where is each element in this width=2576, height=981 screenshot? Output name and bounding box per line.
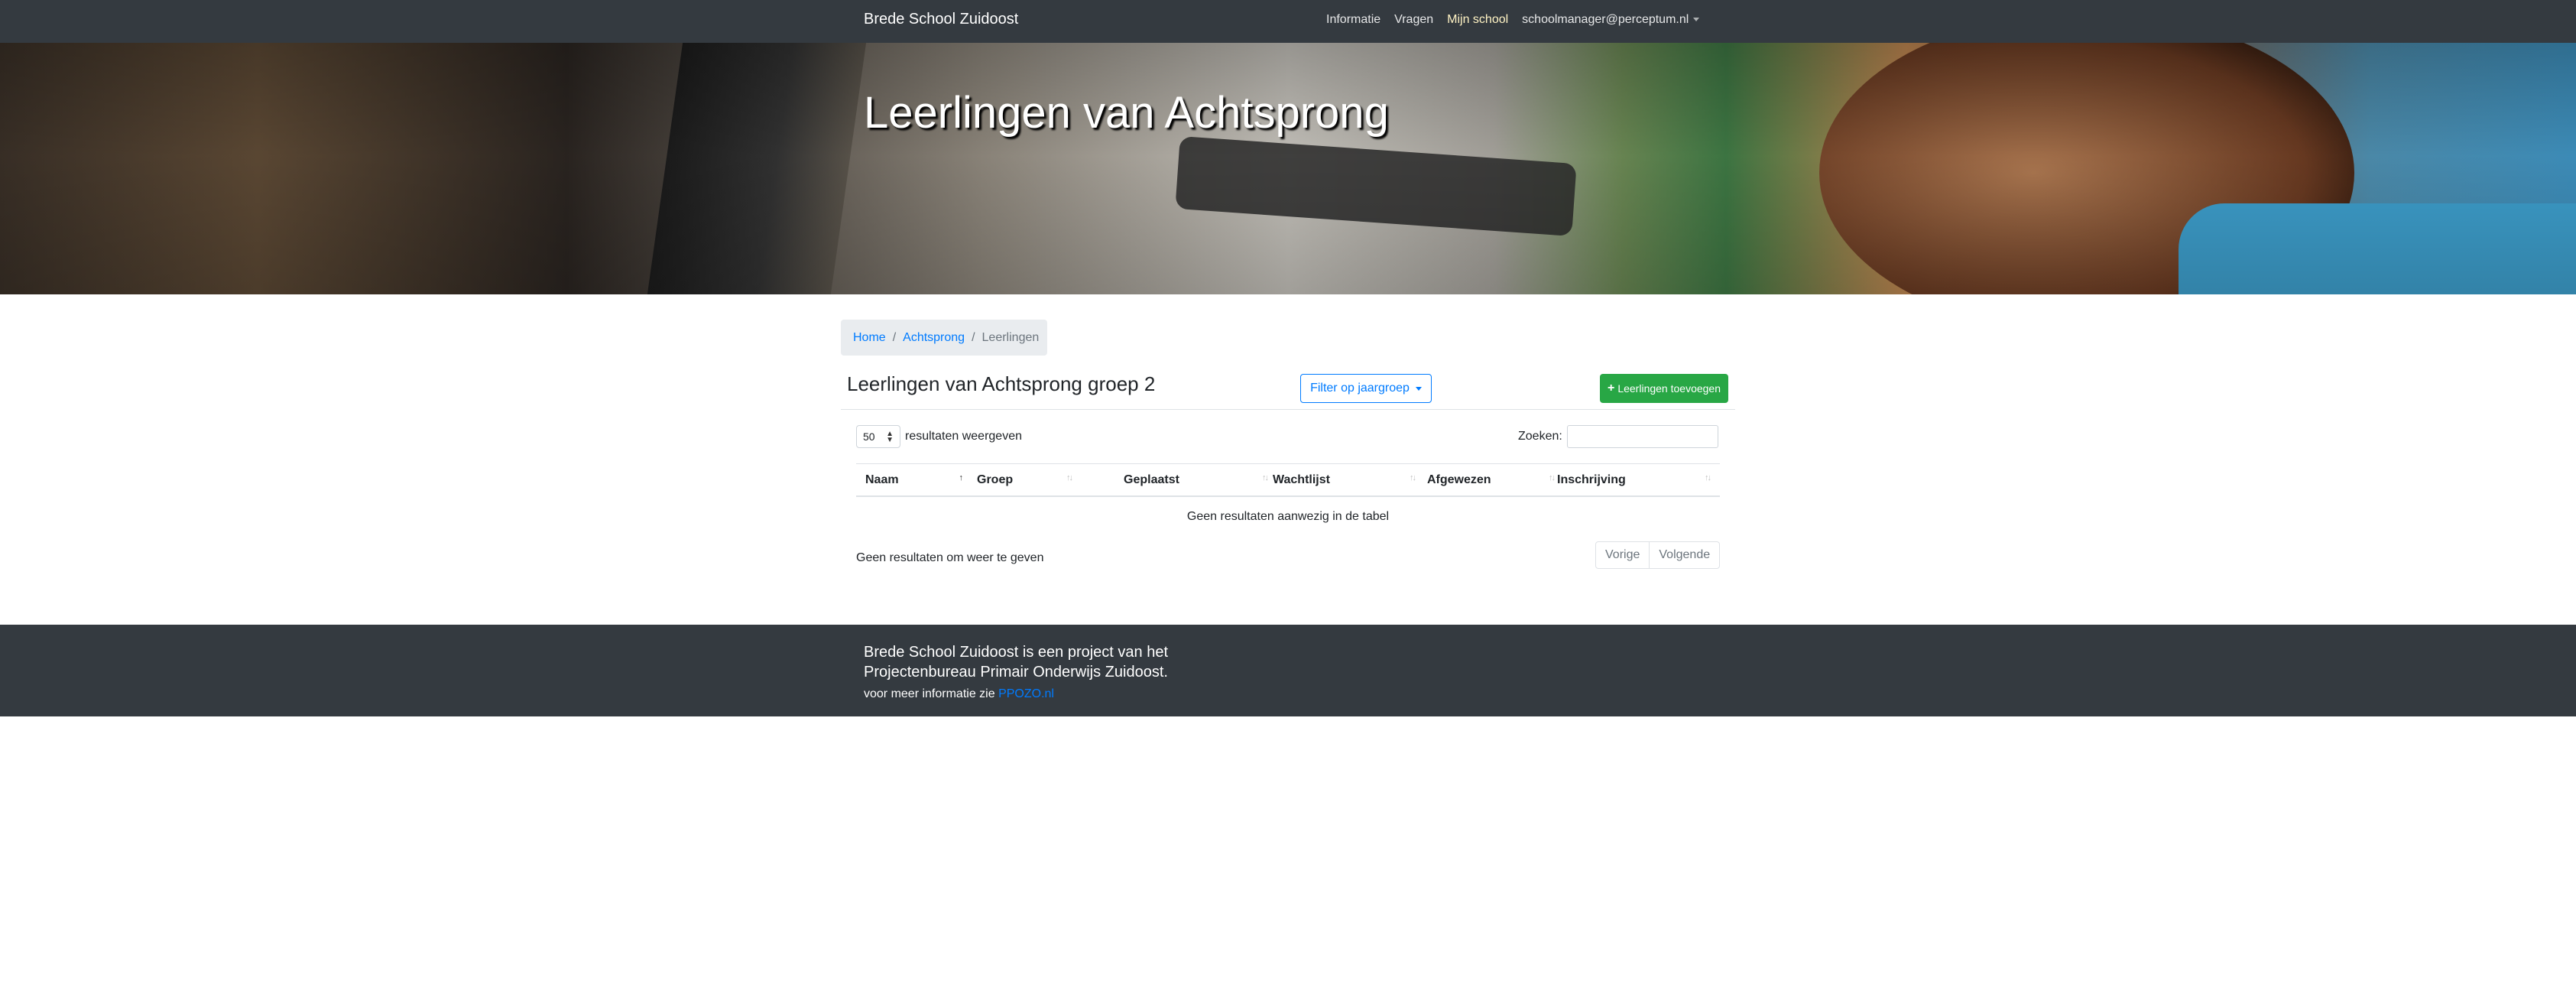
table-search: Zoeken:: [1518, 425, 1718, 448]
table-header: Naam ↑ Groep ↑↓ Geplaatst ↑↓ Wachtlijst …: [856, 463, 1720, 497]
column-header-afgewezen[interactable]: Afgewezen ↑↓: [1427, 464, 1556, 496]
nav-item-informatie[interactable]: Informatie: [1326, 13, 1380, 27]
column-label: Naam: [865, 473, 899, 486]
hero-title: Leerlingen van Achtsprong: [864, 88, 1389, 138]
hero-overlay: [0, 43, 2576, 294]
column-label: Inschrijving: [1557, 473, 1626, 486]
sort-icon: ↑↓: [1549, 473, 1556, 482]
add-students-button[interactable]: + Leerlingen toevoegen: [1600, 374, 1728, 403]
plus-icon: +: [1607, 382, 1615, 395]
footer-more-info: voor meer informatie zie PPOZO.nl: [864, 687, 1054, 701]
page-length-value: 50: [863, 430, 875, 443]
nav-menu: Informatie Vragen Mijn school schoolmana…: [1326, 13, 1713, 27]
pagination-next[interactable]: Volgende: [1650, 541, 1721, 569]
breadcrumb-separator: /: [892, 330, 897, 344]
breadcrumb-school[interactable]: Achtsprong: [903, 331, 965, 345]
breadcrumb-home[interactable]: Home: [853, 331, 886, 345]
breadcrumb-separator: /: [972, 330, 975, 344]
column-header-wachtlijst[interactable]: Wachtlijst ↑↓: [1273, 464, 1416, 496]
page-length-suffix: resultaten weergeven: [905, 430, 1022, 443]
sort-asc-icon: ↑: [959, 473, 963, 482]
search-input[interactable]: [1566, 425, 1718, 448]
caret-down-icon: [1415, 386, 1422, 391]
column-label: Afgewezen: [1427, 473, 1491, 486]
column-label: Wachtlijst: [1273, 473, 1330, 486]
add-students-label: Leerlingen toevoegen: [1617, 382, 1721, 395]
brand-link[interactable]: Brede School Zuidoost: [864, 11, 1018, 28]
breadcrumb: Home / Achtsprong / Leerlingen: [841, 320, 1047, 356]
select-arrows-icon: ▲ ▼: [886, 430, 894, 444]
footer: Brede School Zuidoost is een project van…: [0, 625, 2576, 716]
column-label: Groep: [977, 473, 1014, 486]
pagination: Vorige Volgende: [1595, 541, 1721, 569]
column-header-geplaatst[interactable]: Geplaatst ↑↓: [1124, 464, 1269, 496]
page-length-control: 50 ▲ ▼ resultaten weergeven: [856, 425, 1022, 448]
user-email: schoolmanager@perceptum.nl: [1522, 13, 1689, 26]
page-title: Leerlingen van Achtsprong groep 2: [847, 372, 1156, 395]
footer-description: Brede School Zuidoost is een project van…: [864, 644, 1169, 681]
nav-item-user-dropdown[interactable]: schoolmanager@perceptum.nl: [1522, 13, 1700, 27]
footer-more-info-text: voor meer informatie zie: [864, 687, 995, 700]
sort-icon: ↑↓: [1066, 473, 1073, 482]
footer-ppozo-link[interactable]: PPOZO.nl: [998, 687, 1054, 700]
hero-banner: Leerlingen van Achtsprong: [0, 43, 2576, 294]
caret-down-icon: [1693, 18, 1700, 22]
filter-label: Filter op jaargroep: [1310, 382, 1410, 395]
nav-item-mijn-school[interactable]: Mijn school: [1447, 13, 1508, 27]
divider: [841, 409, 1735, 410]
sort-icon: ↑↓: [1262, 473, 1269, 482]
column-header-naam[interactable]: Naam ↑: [865, 464, 968, 496]
sort-icon: ↑↓: [1705, 473, 1711, 482]
table-empty-row: Geen resultaten aanwezig in de tabel: [1186, 510, 1390, 523]
search-label: Zoeken:: [1518, 430, 1562, 443]
column-label: Geplaatst: [1124, 473, 1179, 486]
nav-item-vragen[interactable]: Vragen: [1394, 13, 1433, 27]
table-info: Geen resultaten om weer te geven: [856, 551, 1044, 564]
filter-jaargroep-button[interactable]: Filter op jaargroep: [1300, 374, 1432, 403]
column-header-inschrijving[interactable]: Inschrijving ↑↓: [1557, 464, 1716, 496]
pagination-previous[interactable]: Vorige: [1595, 541, 1650, 569]
navbar: Brede School Zuidoost Informatie Vragen …: [0, 0, 2576, 43]
sort-icon: ↑↓: [1410, 473, 1416, 482]
page-length-select[interactable]: 50 ▲ ▼: [856, 425, 900, 448]
breadcrumb-current: Leerlingen: [981, 330, 1040, 344]
column-header-groep[interactable]: Groep ↑↓: [977, 464, 1078, 496]
